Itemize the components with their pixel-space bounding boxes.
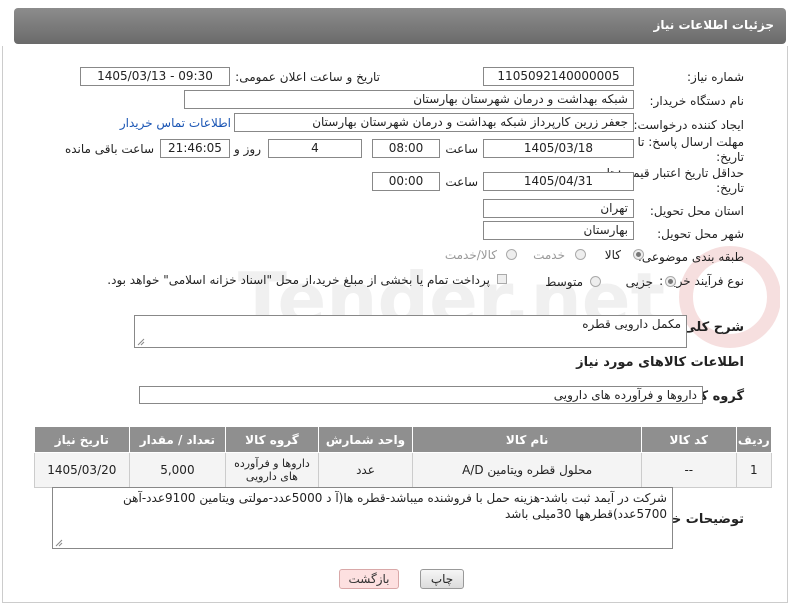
resize-grip-icon[interactable] bbox=[137, 338, 145, 346]
page-title: جزئیات اطلاعات نیاز bbox=[653, 18, 774, 32]
goods-table: ردیف کد کالا نام کالا واحد شمارش گروه کا… bbox=[34, 426, 773, 488]
city-label: شهر محل تحویل: bbox=[657, 227, 744, 241]
column-header: واحد شمارش bbox=[317, 426, 414, 453]
column-header: کد کالا bbox=[641, 426, 737, 453]
remaining-time-field: 21:46:05 bbox=[160, 139, 230, 158]
province-label: استان محل تحویل: bbox=[649, 204, 744, 218]
cell-unit: عدد bbox=[317, 452, 414, 488]
description-field[interactable]: مکمل دارویی قطره bbox=[134, 315, 687, 348]
process-medium-label: متوسط bbox=[545, 275, 583, 289]
cell-need-date: 1405/03/20 bbox=[34, 452, 130, 488]
process-medium-radio[interactable] bbox=[590, 276, 601, 287]
creator-label: ایجاد کننده درخواست: bbox=[633, 118, 744, 132]
table-header-row: ردیف کد کالا نام کالا واحد شمارش گروه کا… bbox=[34, 426, 773, 453]
column-header: تعداد / مقدار bbox=[128, 426, 227, 453]
buyer-contact-link[interactable]: اطلاعات تماس خریدار bbox=[120, 116, 231, 130]
column-header: تاریخ نیاز bbox=[34, 426, 130, 453]
creator-field: جعفر زرین کارپرداز شبکه بهداشت و درمان ش… bbox=[234, 113, 634, 132]
buyer-org-field: شبکه بهداشت و درمان شهرستان بهارستان bbox=[184, 90, 634, 109]
goods-info-title: اطلاعات کالاهای مورد نیاز bbox=[576, 355, 744, 370]
cell-goods-group: داروها و فرآورده های دارویی bbox=[225, 452, 319, 488]
table-row: 1 -- محلول قطره ویتامین A/D عدد داروها و… bbox=[34, 452, 773, 488]
category-goods-label: کالا bbox=[604, 248, 621, 262]
column-header: گروه کالا bbox=[225, 426, 319, 453]
cell-row-number: 1 bbox=[735, 452, 773, 488]
cell-quantity: 5,000 bbox=[128, 452, 227, 488]
buyer-org-label: نام دستگاه خریدار: bbox=[649, 94, 745, 108]
treasury-payment-checkbox[interactable] bbox=[497, 274, 507, 284]
buyer-notes-field[interactable]: شرکت در آیمد ثبت باشد-هزینه حمل با فروشن… bbox=[52, 487, 673, 549]
print-button[interactable]: چاپ bbox=[420, 569, 464, 589]
remaining-time-label: ساعت باقی مانده bbox=[64, 142, 154, 156]
page-header: جزئیات اطلاعات نیاز bbox=[14, 8, 786, 44]
process-partial-radio[interactable] bbox=[665, 276, 676, 287]
days-remaining-field: 4 bbox=[268, 139, 362, 158]
category-label: طبقه بندی موضوعی: bbox=[637, 250, 744, 264]
category-service-radio[interactable] bbox=[575, 249, 586, 260]
process-partial-label: جزیی bbox=[625, 275, 653, 289]
need-number-label: شماره نیاز: bbox=[687, 70, 744, 84]
category-goods-service-radio[interactable] bbox=[506, 249, 517, 260]
deadline-time-field: 08:00 bbox=[372, 139, 440, 158]
resize-grip-icon[interactable] bbox=[55, 539, 63, 547]
city-field: بهارستان bbox=[483, 221, 634, 240]
category-service-label: خدمت bbox=[533, 248, 565, 262]
need-number-field: 1105092140000005 bbox=[483, 67, 634, 86]
validity-time-field: 00:00 bbox=[372, 172, 440, 191]
announce-datetime-field: 1405/03/13 - 09:30 bbox=[80, 67, 230, 86]
deadline-label: مهلت ارسال پاسخ: تا تاریخ: bbox=[637, 135, 744, 164]
back-button[interactable]: بازگشت bbox=[339, 569, 399, 589]
cell-goods-code: -- bbox=[641, 452, 737, 488]
category-goods-radio[interactable] bbox=[633, 249, 644, 260]
province-field: تهران bbox=[483, 199, 634, 218]
days-label: روز و bbox=[234, 142, 261, 156]
deadline-time-label: ساعت bbox=[445, 142, 478, 156]
announce-datetime-label: تاریخ و ساعت اعلان عمومی: bbox=[235, 70, 380, 84]
treasury-payment-note: پرداخت تمام یا بخشی از مبلغ خرید،از محل … bbox=[107, 273, 490, 287]
goods-group-field: داروها و فرآورده های دارویی bbox=[139, 386, 703, 404]
deadline-date-field: 1405/03/18 bbox=[483, 139, 634, 158]
cell-goods-name: محلول قطره ویتامین A/D bbox=[412, 452, 642, 488]
need-details-page: جزئیات اطلاعات نیاز AriaTender.net شماره… bbox=[0, 0, 788, 606]
column-header: ردیف bbox=[735, 426, 773, 453]
column-header: نام کالا bbox=[412, 426, 642, 453]
validity-time-label: ساعت bbox=[445, 175, 478, 189]
category-goods-service-label: کالا/خدمت bbox=[444, 248, 497, 262]
validity-date-field: 1405/04/31 bbox=[483, 172, 634, 191]
